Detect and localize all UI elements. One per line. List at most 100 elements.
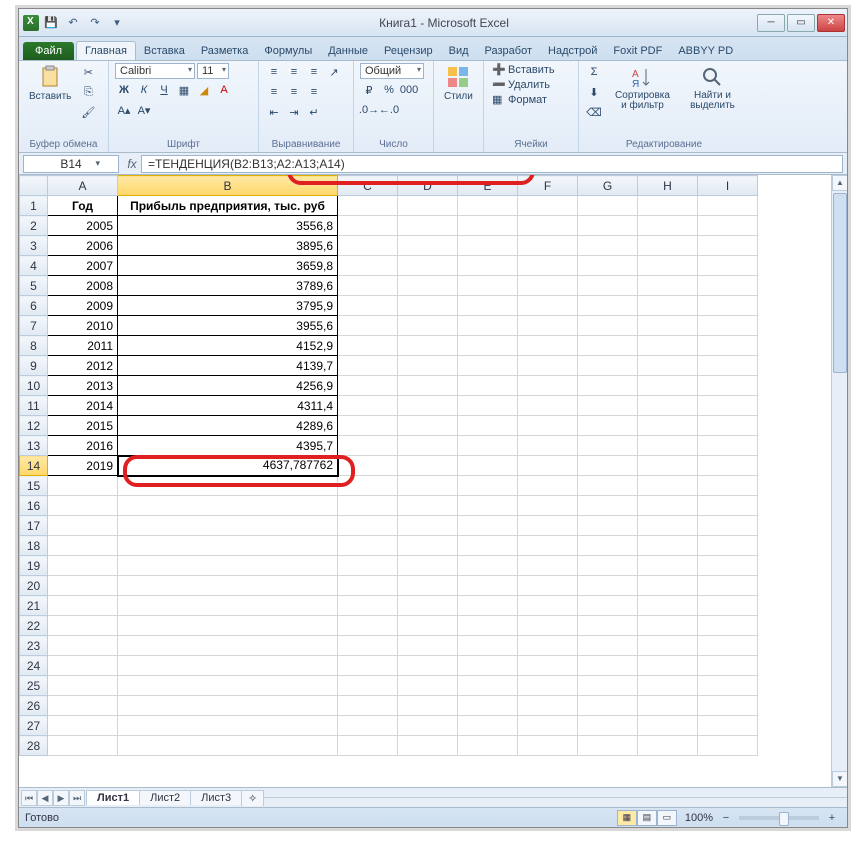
cell-G26[interactable]: [578, 696, 638, 716]
tab-abbyy[interactable]: ABBYY PD: [670, 42, 741, 60]
sheet-tab-new[interactable]: ✧: [241, 790, 264, 806]
cell-A11[interactable]: 2014: [48, 396, 118, 416]
cell-E13[interactable]: [458, 436, 518, 456]
cell-B8[interactable]: 4152,9: [118, 336, 338, 356]
cell-D27[interactable]: [398, 716, 458, 736]
cell-H17[interactable]: [638, 516, 698, 536]
cell-H12[interactable]: [638, 416, 698, 436]
cell-H8[interactable]: [638, 336, 698, 356]
cell-D5[interactable]: [398, 276, 458, 296]
cell-C24[interactable]: [338, 656, 398, 676]
cell-D23[interactable]: [398, 636, 458, 656]
cell-F8[interactable]: [518, 336, 578, 356]
row-header-22[interactable]: 22: [20, 616, 48, 636]
cell-E27[interactable]: [458, 716, 518, 736]
row-header-11[interactable]: 11: [20, 396, 48, 416]
row-header-1[interactable]: 1: [20, 196, 48, 216]
cell-F5[interactable]: [518, 276, 578, 296]
currency-button[interactable]: ₽: [360, 81, 378, 99]
cell-B17[interactable]: [118, 516, 338, 536]
cell-B25[interactable]: [118, 676, 338, 696]
scroll-down-icon[interactable]: ▼: [832, 771, 847, 787]
cell-I13[interactable]: [698, 436, 758, 456]
row-header-26[interactable]: 26: [20, 696, 48, 716]
cell-C2[interactable]: [338, 216, 398, 236]
cell-C13[interactable]: [338, 436, 398, 456]
col-header-B[interactable]: B: [118, 176, 338, 196]
row-header-8[interactable]: 8: [20, 336, 48, 356]
view-pagebreak-button[interactable]: ▭: [657, 810, 677, 826]
cell-D7[interactable]: [398, 316, 458, 336]
sheet-tab-2[interactable]: Лист2: [139, 790, 191, 805]
cell-E24[interactable]: [458, 656, 518, 676]
tab-formulas[interactable]: Формулы: [256, 42, 320, 60]
row-header-23[interactable]: 23: [20, 636, 48, 656]
cell-C4[interactable]: [338, 256, 398, 276]
cell-A24[interactable]: [48, 656, 118, 676]
cell-D14[interactable]: [398, 456, 458, 476]
tab-addins[interactable]: Надстрой: [540, 42, 605, 60]
cell-F14[interactable]: [518, 456, 578, 476]
cell-H1[interactable]: [638, 196, 698, 216]
cell-F15[interactable]: [518, 476, 578, 496]
align-top-button[interactable]: ≡: [265, 63, 283, 81]
cell-E23[interactable]: [458, 636, 518, 656]
cell-D12[interactable]: [398, 416, 458, 436]
cell-C8[interactable]: [338, 336, 398, 356]
tab-developer[interactable]: Разработ: [477, 42, 540, 60]
underline-button[interactable]: Ч: [155, 81, 173, 99]
cell-A19[interactable]: [48, 556, 118, 576]
cell-D25[interactable]: [398, 676, 458, 696]
cell-D20[interactable]: [398, 576, 458, 596]
cell-H20[interactable]: [638, 576, 698, 596]
cell-F2[interactable]: [518, 216, 578, 236]
cell-I15[interactable]: [698, 476, 758, 496]
save-button[interactable]: 💾: [41, 13, 61, 33]
cell-I7[interactable]: [698, 316, 758, 336]
cell-G11[interactable]: [578, 396, 638, 416]
cell-A5[interactable]: 2008: [48, 276, 118, 296]
sheet-nav-last[interactable]: ⏭: [69, 790, 85, 806]
formula-input[interactable]: =ТЕНДЕНЦИЯ(B2:B13;A2:A13;A14): [141, 155, 843, 173]
cell-A20[interactable]: [48, 576, 118, 596]
cell-H27[interactable]: [638, 716, 698, 736]
cell-F22[interactable]: [518, 616, 578, 636]
cell-A7[interactable]: 2010: [48, 316, 118, 336]
cell-A22[interactable]: [48, 616, 118, 636]
row-header-16[interactable]: 16: [20, 496, 48, 516]
cell-F6[interactable]: [518, 296, 578, 316]
cell-D2[interactable]: [398, 216, 458, 236]
wrap-text-button[interactable]: ↵: [305, 103, 323, 121]
cell-D10[interactable]: [398, 376, 458, 396]
cell-H18[interactable]: [638, 536, 698, 556]
cell-E14[interactable]: [458, 456, 518, 476]
cell-I21[interactable]: [698, 596, 758, 616]
cell-I20[interactable]: [698, 576, 758, 596]
maximize-button[interactable]: ▭: [787, 14, 815, 32]
row-header-27[interactable]: 27: [20, 716, 48, 736]
cell-B2[interactable]: 3556,8: [118, 216, 338, 236]
row-header-28[interactable]: 28: [20, 736, 48, 756]
cell-G12[interactable]: [578, 416, 638, 436]
cell-A6[interactable]: 2009: [48, 296, 118, 316]
cell-I26[interactable]: [698, 696, 758, 716]
cell-I4[interactable]: [698, 256, 758, 276]
cell-D15[interactable]: [398, 476, 458, 496]
cell-F12[interactable]: [518, 416, 578, 436]
cell-A18[interactable]: [48, 536, 118, 556]
name-box[interactable]: B14: [23, 155, 119, 173]
cell-B1[interactable]: Прибыль предприятия, тыс. руб: [118, 196, 338, 216]
cell-I27[interactable]: [698, 716, 758, 736]
cell-H10[interactable]: [638, 376, 698, 396]
tab-home[interactable]: Главная: [76, 41, 136, 60]
align-middle-button[interactable]: ≡: [285, 63, 303, 81]
cell-C12[interactable]: [338, 416, 398, 436]
cell-F13[interactable]: [518, 436, 578, 456]
sheet-nav-first[interactable]: ⏮: [21, 790, 37, 806]
cell-F23[interactable]: [518, 636, 578, 656]
cell-G24[interactable]: [578, 656, 638, 676]
col-header-G[interactable]: G: [578, 176, 638, 196]
row-header-13[interactable]: 13: [20, 436, 48, 456]
cell-B13[interactable]: 4395,7: [118, 436, 338, 456]
cell-F19[interactable]: [518, 556, 578, 576]
